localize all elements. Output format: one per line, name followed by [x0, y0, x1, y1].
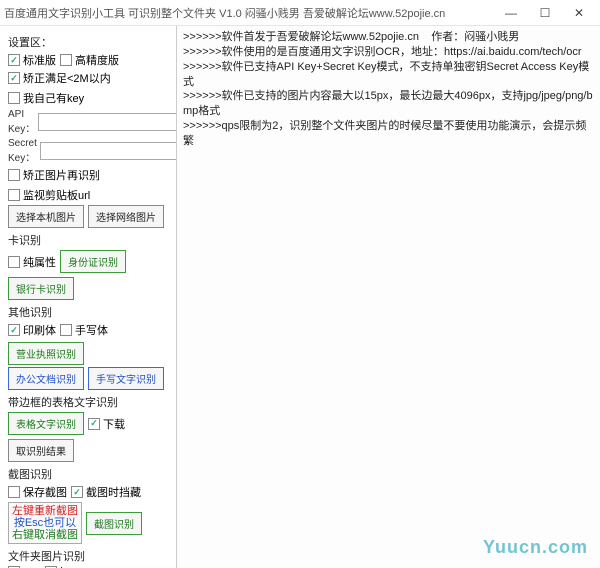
high-precision-checkbox[interactable]: 高精度版 — [60, 52, 119, 68]
window-controls: — ☐ ✕ — [494, 2, 596, 24]
correct-img-checkbox[interactable]: 矫正图片再识别 — [8, 167, 100, 183]
lt2m-checkbox[interactable]: 矫正满足<2M以内 — [8, 70, 111, 86]
log-line: >>>>>>软件已支持的图片内容最大以15px，最长边最大4096px，支持jp… — [183, 89, 594, 119]
close-button[interactable]: ✕ — [562, 2, 596, 24]
select-local-image-button[interactable]: 选择本机图片 — [8, 205, 84, 228]
log-line: >>>>>>软件已支持API Key+Secret Key模式，不支持单独密钥S… — [183, 60, 594, 90]
standard-checkbox[interactable]: 标准版 — [8, 52, 56, 68]
section-other: 其他识别 — [8, 304, 168, 320]
screenshot-ocr-button[interactable]: 截图识别 — [86, 512, 142, 535]
own-key-checkbox[interactable]: 我自己有key — [8, 90, 84, 106]
secret-key-label: Secret Key： — [8, 138, 37, 164]
handwrite-ocr-button[interactable]: 手写文字识别 — [88, 367, 164, 390]
section-table: 带边框的表格文字识别 — [8, 394, 168, 410]
idcard-button[interactable]: 身份证识别 — [60, 250, 126, 273]
get-result-button[interactable]: 取识别结果 — [8, 439, 74, 462]
main-area: 设置区： 标准版 高精度版 矫正满足<2M以内 我自己有key API Key：… — [0, 26, 600, 568]
titlebar: 百度通用文字识别小工具 可识别整个文件夹 V1.0 闷骚小贱男 吾爱破解论坛ww… — [0, 0, 600, 26]
table-ocr-button[interactable]: 表格文字识别 — [8, 412, 84, 435]
monitor-clipboard-checkbox[interactable]: 监视剪贴板url — [8, 187, 90, 203]
section-screenshot: 截图识别 — [8, 466, 168, 482]
shot-hide-checkbox[interactable]: 截图时挡藏 — [71, 484, 141, 500]
api-key-input[interactable] — [38, 113, 176, 131]
select-network-image-button[interactable]: 选择网络图片 — [88, 205, 164, 228]
office-doc-button[interactable]: 办公文档识别 — [8, 367, 84, 390]
screenshot-tips: 左键重新截图 按Esc也可以 右键取消截图 — [8, 502, 82, 544]
section-folder: 文件夹图片识别 — [8, 548, 168, 564]
secret-key-input[interactable] — [40, 142, 176, 160]
printed-checkbox[interactable]: 印刷体 — [8, 322, 56, 338]
left-panel: 设置区： 标准版 高精度版 矫正满足<2M以内 我自己有key API Key：… — [0, 26, 176, 568]
window-title: 百度通用文字识别小工具 可识别整个文件夹 V1.0 闷骚小贱男 吾爱破解论坛ww… — [4, 5, 494, 21]
maximize-button[interactable]: ☐ — [528, 2, 562, 24]
log-line: >>>>>>软件使用的是百度通用文字识别OCR，地址：https://ai.ba… — [183, 45, 594, 60]
section-settings: 设置区： — [8, 34, 168, 50]
api-key-label: API Key： — [8, 109, 35, 135]
license-button[interactable]: 营业执照识别 — [8, 342, 84, 365]
save-shot-checkbox[interactable]: 保存截图 — [8, 484, 67, 500]
bankcard-button[interactable]: 银行卡识别 — [8, 277, 74, 300]
section-card: 卡识别 — [8, 232, 168, 248]
handwrite-checkbox[interactable]: 手写体 — [60, 322, 108, 338]
pure-attr-checkbox[interactable]: 纯属性 — [8, 254, 56, 270]
log-line: >>>>>>qps限制为2，识别整个文件夹图片的时候尽量不要使用功能演示，会提示… — [183, 119, 594, 149]
log-line: >>>>>>软件首发于吾爱破解论坛www.52pojie.cn 作者：闷骚小贱男 — [183, 30, 594, 45]
log-panel: >>>>>>软件首发于吾爱破解论坛www.52pojie.cn 作者：闷骚小贱男… — [176, 26, 600, 568]
minimize-button[interactable]: — — [494, 2, 528, 24]
download-checkbox[interactable]: 下载 — [88, 416, 125, 432]
